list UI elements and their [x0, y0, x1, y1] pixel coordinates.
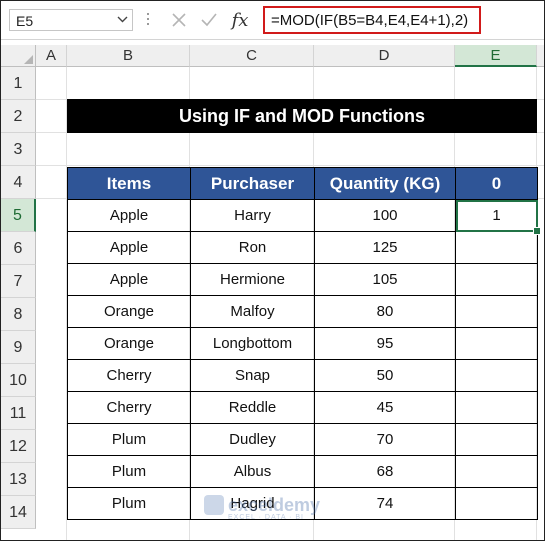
cell-quantity[interactable]: 74: [314, 487, 456, 520]
fill-handle[interactable]: [533, 227, 541, 235]
row-header-8[interactable]: 8: [1, 298, 36, 331]
cell-quantity[interactable]: 125: [314, 231, 456, 264]
cell-purchaser[interactable]: Malfoy: [190, 295, 315, 328]
row-header-12[interactable]: 12: [1, 430, 36, 463]
row-header-5[interactable]: 5: [1, 199, 36, 232]
header-purchaser[interactable]: Purchaser: [190, 167, 315, 200]
x-icon[interactable]: [167, 7, 191, 33]
cell-helper[interactable]: [455, 263, 538, 296]
cell-purchaser[interactable]: Longbottom: [190, 327, 315, 360]
formula-bar: E5 fx =MOD(IF(B5=B4,E4,E4+1),2): [1, 1, 544, 40]
table-row: Apple Ron 125: [67, 231, 538, 264]
cell-helper[interactable]: [455, 231, 538, 264]
cell-quantity[interactable]: 50: [314, 359, 456, 392]
cell-helper[interactable]: [455, 487, 538, 520]
watermark-tagline: EXCEL · DATA · BI: [228, 514, 304, 521]
formula-input[interactable]: =MOD(IF(B5=B4,E4,E4+1),2): [263, 6, 481, 34]
cell-purchaser[interactable]: Hermione: [190, 263, 315, 296]
fx-icon[interactable]: fx: [227, 7, 253, 33]
header-helper[interactable]: 0: [455, 167, 538, 200]
cell-quantity[interactable]: 95: [314, 327, 456, 360]
cell-purchaser[interactable]: Dudley: [190, 423, 315, 456]
chevron-down-icon[interactable]: [117, 12, 128, 29]
cell-item[interactable]: Cherry: [67, 359, 191, 392]
header-items[interactable]: Items: [67, 167, 191, 200]
row-header-10[interactable]: 10: [1, 364, 36, 397]
cell-item[interactable]: Orange: [67, 295, 191, 328]
table-row: Apple Harry 100 1: [67, 199, 541, 235]
exceldemy-logo-icon: [204, 495, 224, 515]
row-header-7[interactable]: 7: [1, 265, 36, 298]
cell-quantity[interactable]: 80: [314, 295, 456, 328]
row-header-14[interactable]: 14: [1, 496, 36, 529]
watermark: exceldemy EXCEL · DATA · BI: [204, 495, 321, 521]
cell-item[interactable]: Plum: [67, 455, 191, 488]
select-all-corner[interactable]: [1, 45, 36, 67]
column-header-c[interactable]: C: [190, 45, 314, 67]
table-row: Plum Dudley 70: [67, 423, 538, 456]
cell-helper[interactable]: [455, 327, 538, 360]
cell-helper[interactable]: [455, 295, 538, 328]
cell-helper[interactable]: [455, 359, 538, 392]
cell-item[interactable]: Apple: [67, 263, 191, 296]
table-row: Cherry Reddle 45: [67, 391, 538, 424]
cell-helper[interactable]: [455, 423, 538, 456]
gridline: [36, 165, 544, 166]
cell-quantity[interactable]: 70: [314, 423, 456, 456]
row-header-13[interactable]: 13: [1, 463, 36, 496]
header-quantity[interactable]: Quantity (KG): [314, 167, 456, 200]
cell-purchaser[interactable]: Reddle: [190, 391, 315, 424]
cell-item[interactable]: Orange: [67, 327, 191, 360]
formula-bar-grip: [147, 11, 150, 29]
table-header-row: Items Purchaser Quantity (KG) 0: [67, 167, 538, 200]
cell-quantity[interactable]: 105: [314, 263, 456, 296]
table-row: Apple Hermione 105: [67, 263, 538, 296]
row-header-2[interactable]: 2: [1, 100, 36, 133]
active-cell-value: 1: [492, 207, 501, 224]
cell-quantity[interactable]: 45: [314, 391, 456, 424]
watermark-text: exceldemy: [228, 495, 321, 515]
cell-item[interactable]: Apple: [67, 199, 191, 232]
column-header-a[interactable]: A: [36, 45, 67, 67]
cell-purchaser[interactable]: Snap: [190, 359, 315, 392]
cell-purchaser[interactable]: Albus: [190, 455, 315, 488]
cell-quantity[interactable]: 68: [314, 455, 456, 488]
row-header-3[interactable]: 3: [1, 133, 36, 166]
check-icon[interactable]: [197, 7, 221, 33]
name-box[interactable]: E5: [9, 9, 133, 31]
excel-window: E5 fx =MOD(IF(B5=B4,E4,E4+1),2) A B C D …: [0, 0, 545, 541]
active-cell[interactable]: 1: [455, 199, 541, 235]
row-header-9[interactable]: 9: [1, 331, 36, 364]
table-row: Orange Malfoy 80: [67, 295, 538, 328]
column-header-f[interactable]: [537, 45, 544, 67]
cell-item[interactable]: Plum: [67, 487, 191, 520]
column-header-d[interactable]: D: [314, 45, 455, 67]
row-header-11[interactable]: 11: [1, 397, 36, 430]
column-header-e[interactable]: E: [455, 45, 537, 67]
cell-item[interactable]: Cherry: [67, 391, 191, 424]
table-row: Cherry Snap 50: [67, 359, 538, 392]
table-row: Plum Albus 68: [67, 455, 538, 488]
row-header-1[interactable]: 1: [1, 67, 36, 100]
data-table: Items Purchaser Quantity (KG) 0 Apple Ha…: [67, 167, 541, 520]
cell-helper[interactable]: [455, 391, 538, 424]
column-header-b[interactable]: B: [67, 45, 190, 67]
cell-item[interactable]: Apple: [67, 231, 191, 264]
table-row: Orange Longbottom 95: [67, 327, 538, 360]
formula-text: =MOD(IF(B5=B4,E4,E4+1),2): [271, 12, 469, 29]
cell-item[interactable]: Plum: [67, 423, 191, 456]
row-header-6[interactable]: 6: [1, 232, 36, 265]
cell-helper[interactable]: [455, 455, 538, 488]
cell-purchaser[interactable]: Harry: [190, 199, 315, 232]
cell-quantity[interactable]: 100: [314, 199, 456, 232]
name-box-value: E5: [16, 13, 34, 29]
title-banner[interactable]: Using IF and MOD Functions: [67, 99, 537, 133]
row-header-4[interactable]: 4: [1, 166, 36, 199]
cell-purchaser[interactable]: Ron: [190, 231, 315, 264]
